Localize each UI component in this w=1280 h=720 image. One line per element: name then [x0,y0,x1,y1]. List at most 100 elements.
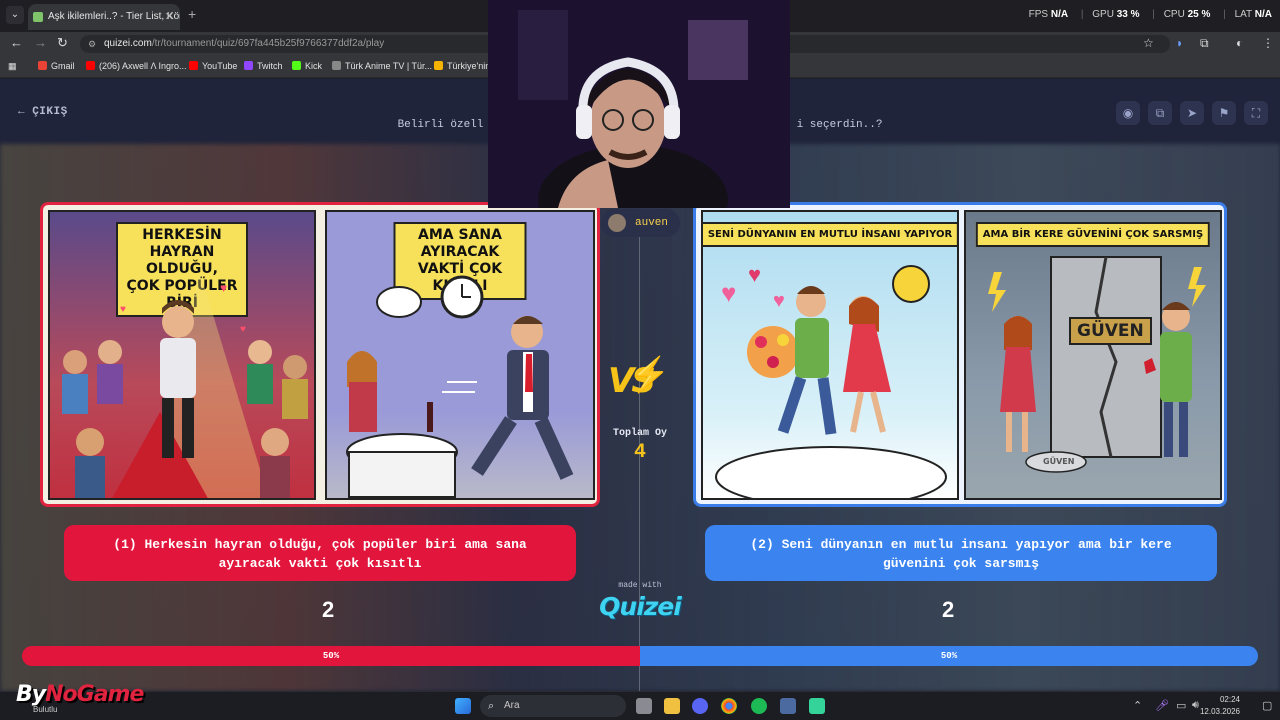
profile-icon[interactable]: ◐ [1236,36,1243,50]
forward-icon[interactable]: → [34,35,47,50]
task-view-icon[interactable] [636,698,652,714]
windows-taskbar: ByNoGame Bulutlu ⌕ Ara ⌃ 🎤︎ ▭ 🔊︎ 02:24 1… [0,682,1280,720]
site-icon [434,61,443,70]
option-1-vote-count: 2 [322,597,335,622]
spotify-icon[interactable] [751,698,767,714]
lightning-icon: ⚡ [628,356,671,394]
youtube-icon [189,61,198,70]
clock-time: 02:24 [1219,695,1240,704]
bookmark-kick[interactable]: Kick [292,61,322,71]
extensions-puzzle-icon[interactable]: ⧉ [1200,36,1209,51]
option-2-panel-b: AMA BİR KERE GÜVENİNİ ÇOK SARSMIŞ GÜVEN … [964,210,1222,500]
user-pill[interactable]: auven [601,209,681,237]
bynogame-watermark-logo: ByNoGame [16,682,144,707]
discord-icon[interactable] [692,698,708,714]
bookmark-turkiye[interactable]: Türkiye'nin [434,61,490,71]
chrome-icon[interactable] [721,698,737,714]
cpu-value: 25 % [1187,9,1211,20]
tab-title: Aşk ikilemleri..? - Tier List, Kör S [48,11,180,22]
notifications-icon[interactable]: ▢ [1262,699,1272,712]
bookmark-turk-anime[interactable]: Türk Anime TV | Tür... [332,61,432,71]
happy-couple-illustration: ♥ ♥ ♥ [715,262,947,498]
app-icon-2[interactable] [809,698,825,714]
bookmark-gmail[interactable]: Gmail [38,61,75,71]
option-2-panel-a: SENİ DÜNYANIN EN MUTLU İNSANI YAPIYOR ♥ … [701,210,959,500]
weather-label[interactable]: Bulutlu [33,705,57,714]
bookmark-youtube[interactable]: YouTube [189,61,237,71]
copy-icon[interactable]: ⧉ [1148,101,1172,125]
file-explorer-icon[interactable] [664,698,680,714]
extension-icon[interactable]: ◗ [1176,36,1183,50]
bookmark-star-icon[interactable]: ☆ [1143,36,1154,50]
exit-label: ÇIKIŞ [32,106,68,118]
gmail-icon [38,61,47,70]
tray-overflow-icon[interactable]: ⌃ [1133,699,1142,712]
taskbar-search[interactable]: ⌕ Ara [480,695,626,717]
gpu-value: 33 % [1116,9,1140,20]
option-1-card[interactable]: HERKESİN HAYRAN OLDUĞU, ÇOK POPÜLER BİRİ… [40,202,600,507]
site-icon [332,61,341,70]
apps-grid-icon[interactable]: ▦ [8,61,17,72]
total-votes-value: 4 [633,441,646,464]
svg-text:♥: ♥ [773,290,785,312]
svg-text:♥: ♥ [748,262,761,287]
taskbar-clock[interactable]: 02:24 12.03.2026 [1200,694,1240,718]
back-icon[interactable]: ← [10,35,23,50]
site-info-icon[interactable]: ⚙ [88,35,96,53]
search-placeholder: Ara [504,700,520,711]
exit-button[interactable]: ← ÇIKIŞ [18,106,68,118]
search-icon: ⌕ [488,700,495,712]
svg-text:♥: ♥ [120,304,126,315]
lat-value: N/A [1254,9,1272,20]
cpu-label: CPU [1163,9,1185,20]
tab-list-button[interactable]: ⌄ [6,6,24,24]
bookmark-twitch[interactable]: Twitch [244,61,283,71]
bookmark-axwell[interactable]: (206) Axwell Λ Ingro... [86,61,187,71]
option-1-panel-b: AMA SANA AYIRACAK VAKTİ ÇOK KISITLI [325,210,595,500]
option-1-percent-bar: 50% [22,646,640,666]
popular-person-illustration: ♥ ♥ ♥ [62,272,308,498]
tab-favicon-icon [33,12,43,22]
broken-trust-text: GÜVEN [1043,457,1075,466]
browser-tab[interactable]: Aşk ikilemleri..? - Tier List, Kör S ✕ [28,4,180,30]
svg-text:♥: ♥ [721,278,736,308]
view-icon[interactable]: ◉ [1116,101,1140,125]
url-domain: quizei.com [104,38,152,49]
performance-overlay: FPS N/A | GPU 33 % | CPU 25 % | LAT N/A [1028,9,1272,20]
fps-value: N/A [1050,9,1069,20]
option-1-panel-a: HERKESİN HAYRAN OLDUĞU, ÇOK POPÜLER BİRİ… [48,210,316,500]
kick-icon [292,61,301,70]
microphone-icon[interactable]: 🎤︎ [1155,699,1169,712]
webcam-overlay [488,0,790,208]
close-tab-icon[interactable]: ✕ [165,4,174,30]
volume-icon[interactable]: 🔊︎ [1192,699,1199,712]
total-votes-label: Toplam Oy [612,428,667,439]
windows-start-icon[interactable] [455,698,471,714]
twitch-icon [244,61,253,70]
lat-label: LAT [1234,9,1252,20]
trust-sign: GÜVEN [1069,317,1152,345]
user-name: auven [635,217,669,229]
option-2-card[interactable]: SENİ DÜNYANIN EN MUTLU İNSANI YAPIYOR ♥ … [693,202,1227,507]
more-menu-icon[interactable]: ⋮ [1262,36,1274,50]
busy-person-illustration [346,275,574,498]
streamer-webcam-image [488,0,790,208]
network-icon[interactable]: ▭ [1176,699,1186,712]
made-with-label: made with [618,581,662,590]
option-1-button[interactable]: (1) Herkesin hayran olduğu, çok popüler … [64,525,576,581]
quizei-logo[interactable]: Quizei [594,592,686,621]
svg-text:♥: ♥ [240,324,246,335]
new-tab-icon[interactable]: + [188,6,196,22]
reload-icon[interactable]: ↻ [57,35,68,51]
fullscreen-icon[interactable]: ⛶ [1244,101,1268,125]
option-2-button[interactable]: (2) Seni dünyanın en mutlu insanı yapıyo… [705,525,1217,581]
app-icon[interactable] [780,698,796,714]
svg-text:♥: ♥ [220,281,227,295]
youtube-icon [86,61,95,70]
question-right: i seçerdin..? [796,119,883,131]
url-path: /tr/tournament/quiz/697fa445b25f9766377d… [151,38,385,49]
option-2-percent-bar: 50% [640,646,1258,666]
clock-date: 12.03.2026 [1199,707,1240,716]
share-icon[interactable]: ➤ [1180,101,1204,125]
report-flag-icon[interactable]: ⚑ [1212,101,1236,125]
